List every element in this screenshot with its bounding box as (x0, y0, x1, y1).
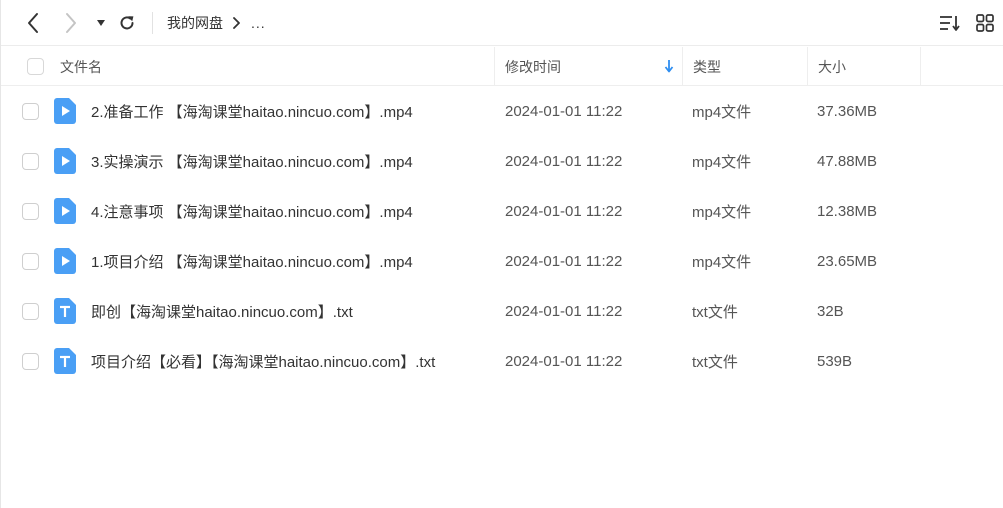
row-checkbox[interactable] (22, 252, 39, 270)
forward-button[interactable] (59, 10, 83, 36)
video-file-icon (54, 86, 76, 136)
file-size: 32B (817, 302, 844, 320)
file-size: 539B (817, 352, 853, 370)
file-type: txt文件 (692, 303, 738, 321)
row-checkbox[interactable] (22, 102, 39, 120)
file-modified-time: 2024-01-01 11:22 (505, 252, 623, 270)
file-size: 23.65MB (817, 252, 878, 270)
file-type: mp4文件 (692, 253, 752, 271)
file-type: mp4文件 (692, 153, 752, 171)
toolbar: 我的网盘 ... (1, 0, 1003, 46)
file-manager-window: 我的网盘 ... 文件名 修改时间 类型 大小 2.准备工作 【海淘课堂hait… (0, 0, 1003, 508)
sort-list-icon (940, 16, 960, 31)
file-size: 12.38MB (817, 202, 878, 220)
table-row[interactable]: 3.实操演示 【海淘课堂haitao.nincuo.com】.mp4 2024-… (1, 136, 1003, 186)
refresh-icon (120, 16, 134, 30)
file-modified-time: 2024-01-01 11:22 (505, 202, 623, 220)
table-row[interactable]: 4.注意事项 【海淘课堂haitao.nincuo.com】.mp4 2024-… (1, 186, 1003, 236)
breadcrumb-root[interactable]: 我的网盘 (167, 13, 223, 33)
table-header: 文件名 修改时间 类型 大小 (1, 47, 1003, 86)
file-name[interactable]: 即创【海淘课堂haitao.nincuo.com】.txt (91, 286, 353, 336)
sort-button[interactable] (939, 13, 961, 33)
file-modified-time: 2024-01-01 11:22 (505, 102, 623, 120)
text-file-icon (54, 286, 76, 336)
file-modified-time: 2024-01-01 11:22 (505, 352, 623, 370)
column-divider[interactable] (494, 47, 495, 86)
column-divider[interactable] (682, 47, 683, 86)
column-header-type[interactable]: 类型 (693, 47, 721, 86)
video-file-icon (54, 136, 76, 186)
grid-view-icon (976, 14, 994, 32)
row-checkbox[interactable] (22, 202, 39, 220)
file-type: mp4文件 (692, 203, 752, 221)
toolbar-divider (152, 12, 153, 34)
text-file-icon (54, 336, 76, 386)
file-name[interactable]: 3.实操演示 【海淘课堂haitao.nincuo.com】.mp4 (91, 136, 413, 186)
breadcrumb: 我的网盘 ... (167, 13, 266, 33)
table-row[interactable]: 1.项目介绍 【海淘课堂haitao.nincuo.com】.mp4 2024-… (1, 236, 1003, 286)
grid-view-button[interactable] (975, 13, 995, 33)
file-modified-time: 2024-01-01 11:22 (505, 302, 623, 320)
file-name[interactable]: 2.准备工作 【海淘课堂haitao.nincuo.com】.mp4 (91, 86, 413, 136)
select-all-checkbox[interactable] (27, 58, 44, 75)
file-type: txt文件 (692, 353, 738, 371)
column-header-name[interactable]: 文件名 (60, 47, 102, 86)
column-divider[interactable] (920, 47, 921, 86)
chevron-left-icon (28, 13, 38, 33)
sort-descending-icon (664, 60, 674, 73)
table-row[interactable]: 2.准备工作 【海淘课堂haitao.nincuo.com】.mp4 2024-… (1, 86, 1003, 136)
file-name[interactable]: 4.注意事项 【海淘课堂haitao.nincuo.com】.mp4 (91, 186, 413, 236)
table-row[interactable]: 项目介绍【必看】【海淘课堂haitao.nincuo.com】.txt 2024… (1, 336, 1003, 386)
file-list: 2.准备工作 【海淘课堂haitao.nincuo.com】.mp4 2024-… (1, 86, 1003, 386)
row-checkbox[interactable] (22, 352, 39, 370)
video-file-icon (54, 236, 76, 286)
column-header-size[interactable]: 大小 (818, 47, 846, 86)
file-modified-time: 2024-01-01 11:22 (505, 152, 623, 170)
refresh-button[interactable] (116, 11, 138, 35)
history-dropdown-button[interactable] (93, 13, 109, 33)
select-all-cell (27, 47, 44, 86)
file-size: 37.36MB (817, 102, 878, 120)
table-row[interactable]: 即创【海淘课堂haitao.nincuo.com】.txt 2024-01-01… (1, 286, 1003, 336)
chevron-right-icon (66, 13, 76, 33)
column-header-time[interactable]: 修改时间 (505, 47, 561, 86)
video-file-icon (54, 186, 76, 236)
breadcrumb-overflow[interactable]: ... (251, 15, 266, 31)
row-checkbox[interactable] (22, 302, 39, 320)
file-size: 47.88MB (817, 152, 878, 170)
breadcrumb-separator-icon (232, 17, 241, 29)
row-checkbox[interactable] (22, 152, 39, 170)
back-button[interactable] (21, 10, 45, 36)
file-name[interactable]: 项目介绍【必看】【海淘课堂haitao.nincuo.com】.txt (91, 336, 435, 386)
column-divider[interactable] (807, 47, 808, 86)
file-name[interactable]: 1.项目介绍 【海淘课堂haitao.nincuo.com】.mp4 (91, 236, 413, 286)
caret-down-icon (97, 20, 105, 26)
file-type: mp4文件 (692, 103, 752, 121)
